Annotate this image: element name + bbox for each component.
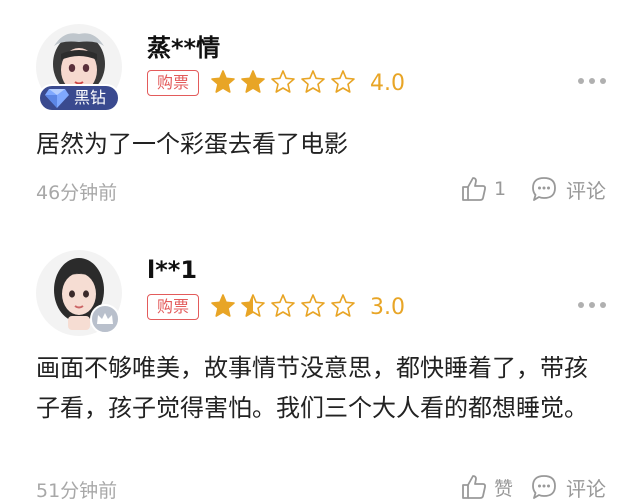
timestamp: 46分钟前: [36, 182, 118, 204]
like-count: 1: [494, 178, 507, 200]
star-empty-icon: [301, 70, 325, 93]
crown-icon: [97, 313, 113, 324]
vip-badge-label: 黑钻: [74, 88, 107, 107]
comment-text: 居然为了一个彩蛋去看了电影: [36, 130, 348, 158]
more-dots-icon[interactable]: [578, 76, 608, 86]
username[interactable]: l**1: [147, 256, 197, 284]
star-rating: [210, 69, 356, 97]
ticket-badge: 购票: [147, 70, 199, 96]
reply-label: 评论: [566, 178, 606, 203]
star-empty-icon: [301, 294, 325, 317]
like-button[interactable]: 1: [460, 174, 506, 204]
star-half-icon: [241, 294, 265, 317]
diamond-icon: [45, 89, 69, 108]
ticket-badge: 购票: [147, 294, 199, 320]
username[interactable]: 蒸**情: [147, 28, 220, 63]
more-dots-icon[interactable]: [578, 300, 608, 310]
rating-score: 4.0: [370, 71, 405, 96]
speech-bubble-icon: [532, 475, 556, 499]
star-empty-icon: [331, 70, 355, 93]
star-filled-icon: [211, 294, 235, 317]
like-label: 赞: [494, 477, 514, 500]
reply-label: 评论: [566, 476, 606, 501]
level-badge: [90, 304, 120, 334]
star-empty-icon: [331, 294, 355, 317]
star-filled-icon: [241, 70, 265, 93]
star-empty-icon: [271, 70, 295, 93]
star-rating: [210, 293, 356, 321]
star-filled-icon: [211, 70, 235, 93]
review-item: l**1 购票 3.0 画面不够唯美，故事情节没意思，都快睡着了，带孩子看，孩子…: [0, 238, 640, 504]
rating-score: 3.0: [370, 295, 405, 320]
thumbs-up-icon: [462, 475, 486, 499]
reply-button[interactable]: 评论: [530, 174, 606, 204]
thumbs-up-icon: [462, 177, 486, 201]
reply-button[interactable]: 评论: [530, 472, 606, 502]
speech-bubble-icon: [532, 177, 556, 201]
star-empty-icon: [271, 294, 295, 317]
review-item: 黑钻 蒸**情 购票 4.0 居然为了一个彩蛋去看了电影 46分钟前 1 评论: [0, 0, 640, 230]
vip-badge: 黑钻: [38, 84, 120, 112]
like-button[interactable]: 赞: [460, 472, 513, 502]
comment-text: 画面不够唯美，故事情节没意思，都快睡着了，带孩子看，孩子觉得害怕。我们三个大人看…: [36, 354, 588, 422]
timestamp: 51分钟前: [36, 480, 118, 502]
